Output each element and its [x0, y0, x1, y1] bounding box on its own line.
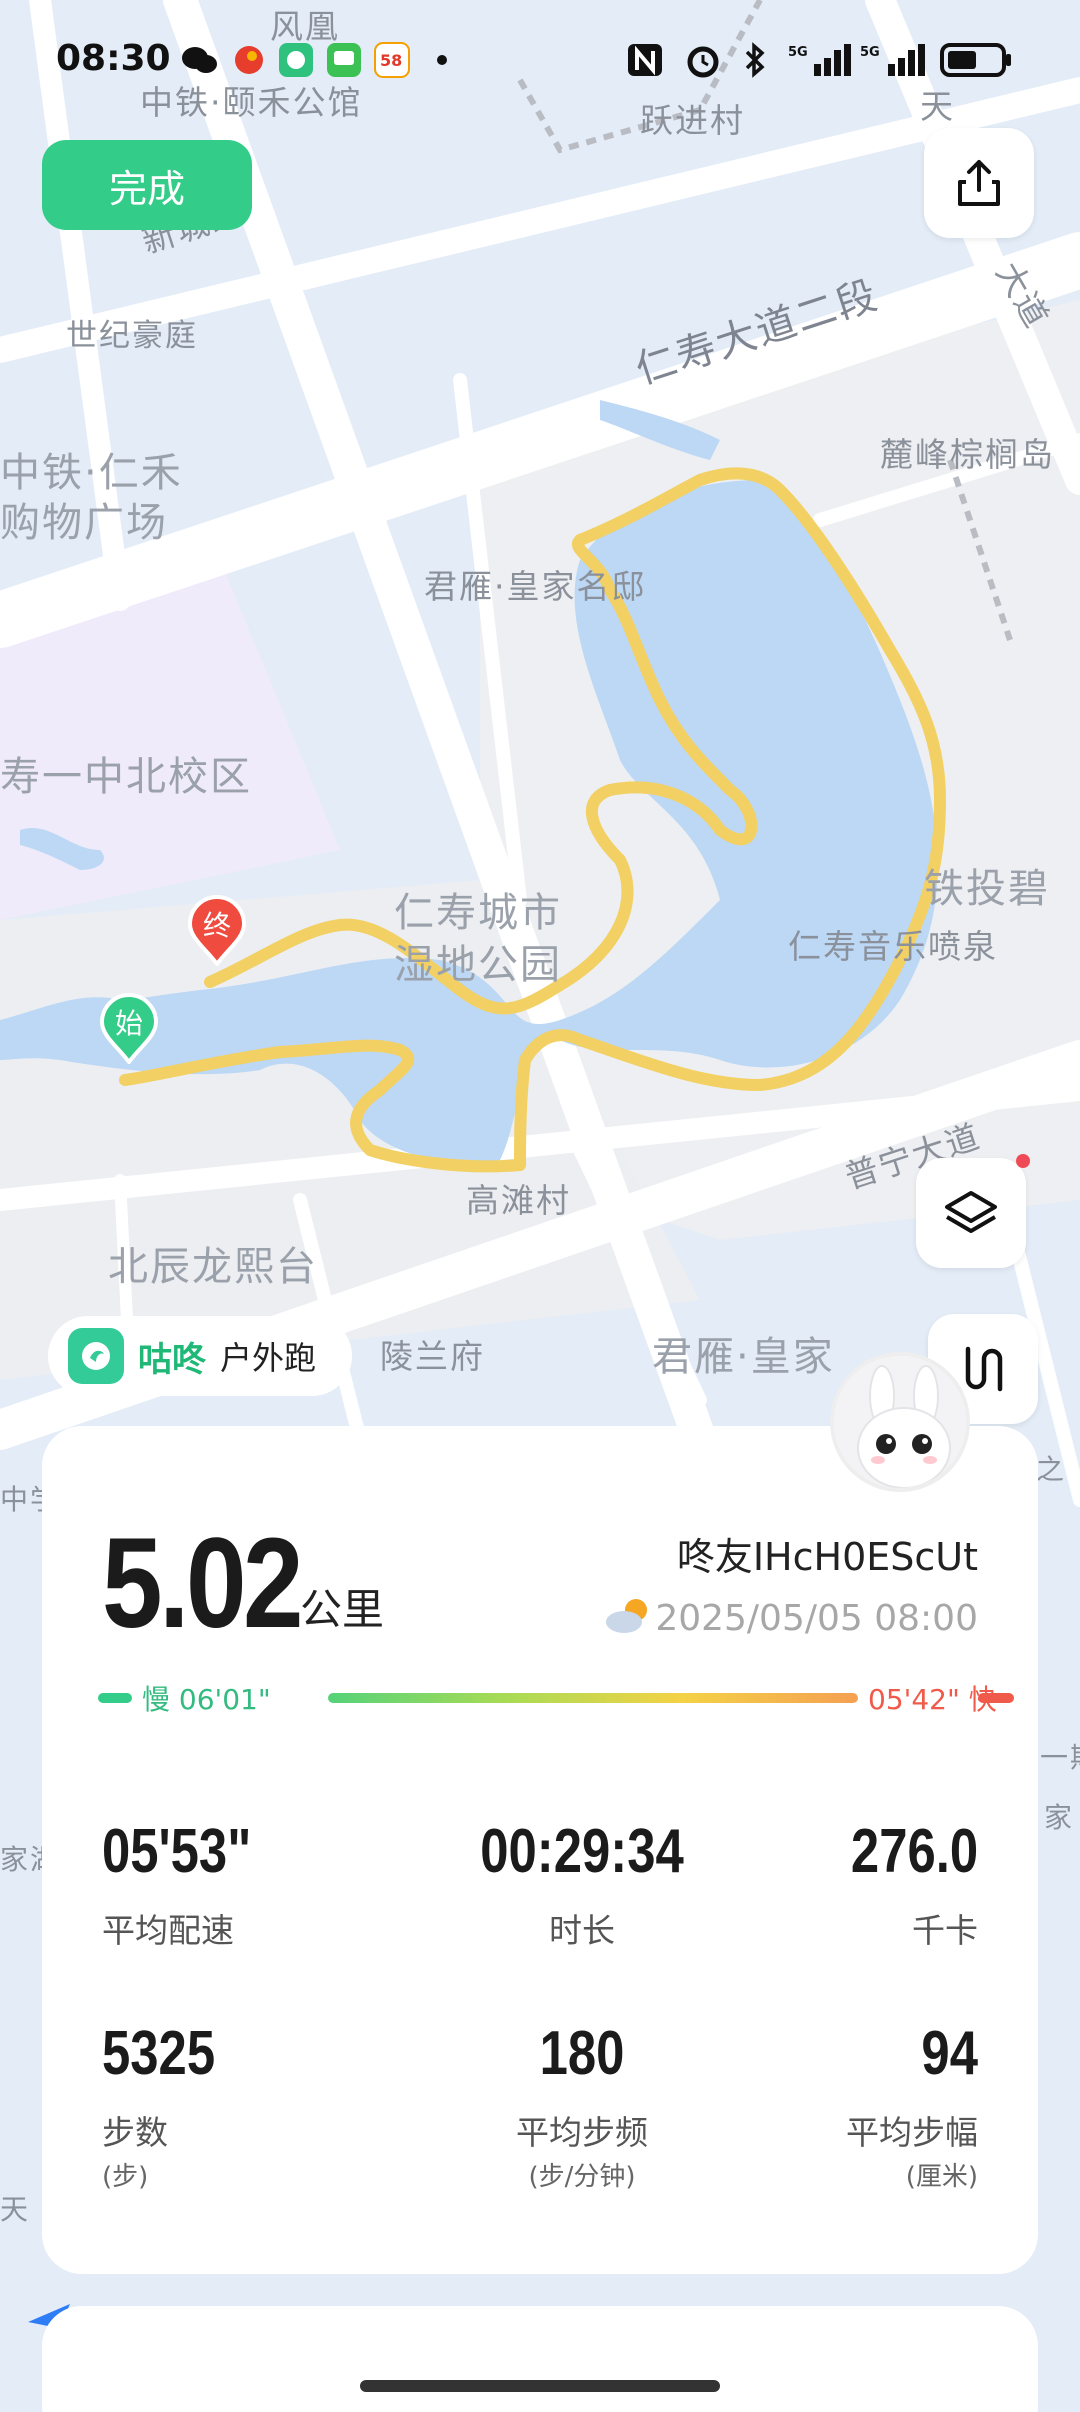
signal-5g-icon: 5G: [788, 44, 851, 76]
workout-summary-card: 5.02 公里 咚友IHcH0EScUt 2025/05/05 08:00 慢 …: [42, 1426, 1038, 2274]
svg-text:5G: 5G: [788, 45, 808, 60]
svg-text:5G: 5G: [860, 45, 880, 60]
alarm-icon: [687, 46, 719, 78]
start-marker[interactable]: 始: [98, 992, 160, 1066]
cadence-value: 180: [539, 2019, 625, 2088]
source-type: 户外跑: [220, 1339, 317, 1377]
source-brand: 咕咚: [138, 1339, 206, 1380]
signal-5g-icon: 5G: [860, 44, 925, 76]
cadence-unit: (步/分钟): [528, 2162, 636, 2192]
map-label: 寿一中北校区: [0, 754, 252, 800]
map-label: 陵兰府: [380, 1337, 485, 1376]
map-label: 家: [1044, 1801, 1075, 1834]
steps-unit: (步): [102, 2162, 149, 2192]
map-label: 之: [1036, 1453, 1067, 1486]
pace-range-bar: 慢 06'01" 05'42" 快: [98, 1676, 1014, 1716]
map-label: 湿地公园: [394, 942, 562, 988]
map-label: 铁投碧: [924, 866, 1050, 912]
distance-value: 5.02: [102, 1512, 304, 1655]
distance-unit: 公里: [300, 1585, 385, 1634]
end-marker[interactable]: 终: [186, 894, 248, 968]
map-label: 世纪豪庭: [66, 318, 198, 354]
duration-value: 00:29:34: [480, 1817, 684, 1886]
map-label: 君雁·皇家: [652, 1334, 835, 1380]
workout-datetime: 2025/05/05 08:00: [655, 1598, 978, 1639]
source-chip: 咕咚 户外跑: [48, 1316, 353, 1396]
gudong-icon: [279, 43, 313, 77]
share-icon: [958, 160, 1000, 206]
bluetooth-icon: [745, 42, 765, 78]
calories-value: 276.0: [850, 1817, 978, 1886]
pace-gradient: [328, 1693, 858, 1703]
bottom-panel: [42, 2306, 1038, 2412]
route-icon: [965, 1346, 1003, 1392]
app-icon: [235, 46, 263, 74]
58-icon: 58: [374, 42, 410, 78]
gudong-logo-icon: [68, 1328, 124, 1384]
map-label: 麓峰棕榈岛: [880, 435, 1055, 474]
cadence-label: 平均步频: [516, 2113, 648, 2152]
stride-unit: (厘米): [905, 2162, 978, 2192]
pace-slow-swatch: [98, 1693, 132, 1703]
duration-label: 时长: [549, 1911, 615, 1950]
weather-cloudy-icon: [606, 1599, 647, 1633]
done-button[interactable]: 完成: [42, 140, 252, 230]
status-bar: 08:30 58 5G 5G: [0, 0, 1080, 120]
map-label: 一期: [1040, 1741, 1080, 1774]
battery-icon: [940, 43, 1011, 77]
map-label: 北辰龙熙台: [108, 1244, 318, 1290]
layers-button[interactable]: [916, 1154, 1030, 1268]
map-label: 天: [0, 2193, 31, 2226]
share-button[interactable]: [924, 128, 1034, 238]
avatar[interactable]: [830, 1352, 970, 1492]
nfc-icon: [628, 44, 662, 76]
start-marker-label: 始: [114, 1007, 143, 1040]
pace-slow-label: 慢 06'01": [142, 1683, 271, 1716]
map-label: 仁寿音乐喷泉: [788, 927, 998, 966]
steps-label: 步数: [102, 2113, 168, 2152]
map-label: 君雁·皇家名邸: [424, 567, 647, 606]
home-indicator[interactable]: [360, 2380, 720, 2392]
message-icon: [327, 43, 361, 77]
stride-label: 平均步幅: [846, 2113, 978, 2152]
svg-text:58: 58: [380, 51, 402, 70]
avg-pace-label: 平均配速: [102, 1911, 234, 1950]
avg-pace-value: 05'53": [102, 1817, 252, 1886]
steps-value: 5325: [102, 2019, 216, 2088]
pace-fast-swatch: [978, 1693, 1014, 1703]
map-label: 购物广场: [0, 500, 168, 546]
notification-dot: [1016, 1154, 1030, 1168]
stride-value: 94: [921, 2019, 978, 2088]
map-label: 高滩村: [466, 1181, 571, 1220]
map-label: 仁寿城市: [394, 890, 562, 936]
layers-icon: [945, 1191, 997, 1233]
status-time: 08:30: [56, 38, 171, 79]
user-name: 咚友IHcH0EScUt: [676, 1535, 978, 1579]
wechat-icon: [182, 47, 217, 73]
calories-label: 千卡: [912, 1911, 978, 1950]
dot-icon: [437, 55, 447, 65]
end-marker-label: 终: [202, 909, 231, 942]
